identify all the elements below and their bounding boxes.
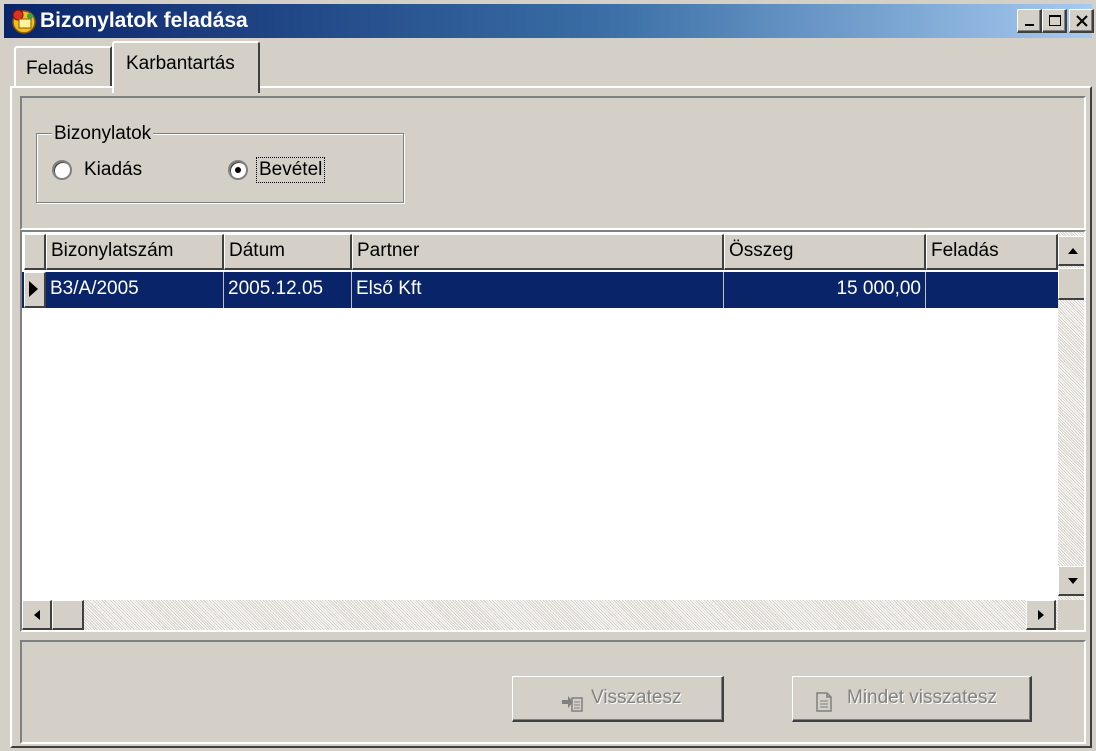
group-label: Bizonylatok xyxy=(52,123,154,145)
arrow-left-icon xyxy=(34,610,40,620)
cell-bizonylatszam[interactable]: B3/A/2005 xyxy=(46,272,224,308)
radio-selected-dot xyxy=(235,167,241,173)
radio-kiadas[interactable] xyxy=(52,160,72,180)
main-window: Bizonylatok feladása Feladás Karbantartá… xyxy=(0,0,1096,751)
arrow-right-icon xyxy=(1038,610,1044,620)
row-indicator xyxy=(24,272,46,308)
cell-feladas[interactable] xyxy=(926,272,1058,308)
visszatesz-button[interactable]: Visszatesz xyxy=(512,676,724,722)
arrow-up-icon xyxy=(1068,248,1078,254)
close-icon xyxy=(1076,15,1088,27)
column-header-bizonylatszam[interactable]: Bizonylatszám xyxy=(46,234,224,270)
tab-karbantartas[interactable]: Karbantartás xyxy=(112,41,260,93)
tab-feladas[interactable]: Feladás xyxy=(14,46,112,86)
tab-label: Karbantartás xyxy=(126,53,235,74)
mindet-visszatesz-button[interactable]: Mindet visszatesz xyxy=(792,676,1032,722)
maximize-icon xyxy=(1049,15,1061,26)
header-indicator xyxy=(24,234,46,270)
column-header-osszeg[interactable]: Összeg xyxy=(724,234,926,270)
column-header-datum[interactable]: Dátum xyxy=(224,234,352,270)
visszatesz-label: Visszatesz xyxy=(591,687,682,708)
horizontal-scroll-thumb[interactable] xyxy=(52,600,84,630)
cell-datum[interactable]: 2005.12.05 xyxy=(224,272,352,308)
move-back-icon xyxy=(561,687,583,712)
column-header-feladas[interactable]: Feladás xyxy=(926,234,1058,270)
arrow-down-icon xyxy=(1068,578,1078,584)
vertical-scroll-thumb[interactable] xyxy=(1058,268,1084,300)
current-row-arrow-icon xyxy=(29,281,38,297)
radio-label-kiadas[interactable]: Kiadás xyxy=(84,158,142,182)
data-grid[interactable]: Bizonylatszám Dátum Partner Összeg Felad… xyxy=(20,230,1086,632)
document-icon xyxy=(813,687,835,712)
tab-label: Feladás xyxy=(26,58,94,79)
app-icon xyxy=(10,7,38,35)
scrollbar-corner xyxy=(1058,600,1084,630)
scroll-up-button[interactable] xyxy=(1058,236,1084,266)
horizontal-scrollbar[interactable] xyxy=(22,600,1058,630)
window-title: Bizonylatok feladása xyxy=(40,9,248,32)
vertical-scrollbar[interactable] xyxy=(1058,232,1084,600)
column-header-partner[interactable]: Partner xyxy=(352,234,724,270)
minimize-button[interactable] xyxy=(1017,9,1042,33)
cell-partner[interactable]: Első Kft xyxy=(352,272,724,308)
maximize-button[interactable] xyxy=(1042,9,1067,33)
grid-body: Bizonylatszám Dátum Partner Összeg Felad… xyxy=(22,232,1058,600)
title-bar[interactable]: Bizonylatok feladása xyxy=(4,4,1094,38)
minimize-icon xyxy=(1025,24,1034,26)
scroll-left-button[interactable] xyxy=(22,600,52,630)
mindet-visszatesz-label: Mindet visszatesz xyxy=(847,687,997,708)
scroll-right-button[interactable] xyxy=(1026,600,1056,630)
radio-bevetel[interactable] xyxy=(228,160,248,180)
close-button[interactable] xyxy=(1069,9,1094,33)
radio-label-bevetel[interactable]: Bevétel xyxy=(256,157,326,183)
cell-osszeg[interactable]: 15 000,00 xyxy=(724,272,926,308)
scroll-down-button[interactable] xyxy=(1058,566,1084,596)
